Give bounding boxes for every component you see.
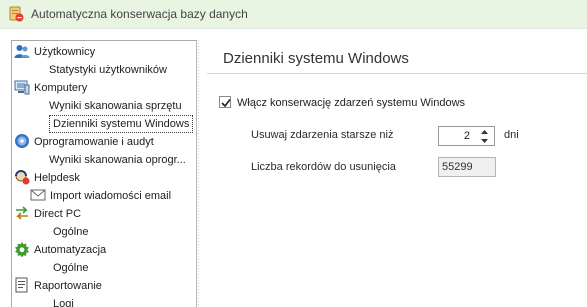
section-title: Dzienniki systemu Windows [223,50,409,67]
envelope-icon [30,189,46,201]
computer-icon [14,80,30,95]
tree-item-user-stats[interactable]: Statystyki użytkowników [49,61,167,79]
tree-item-label: Oprogramowanie i audyt [34,136,154,148]
tree-item-users[interactable]: Użytkownicy [14,43,95,61]
tree-item-windows-logs[interactable]: Dzienniki systemu Windows [49,115,194,133]
users-icon [14,45,30,58]
tree-item-computers[interactable]: Komputery [14,79,87,97]
settings-panel: Dzienniki systemu Windows Włącz konserwa… [207,40,587,307]
tree-item-hw-scan[interactable]: Wyniki skanowania sprzętu [49,97,182,115]
tree-item-label: Ogólne [53,226,89,238]
tree-item-logs[interactable]: Logi [53,295,74,307]
tree-item-label: Wyniki skanowania sprzętu [49,100,182,112]
checkmark-icon [221,99,231,108]
tree-item-sw-scan[interactable]: Wyniki skanowania oprogr... [49,151,186,169]
records-count-value: 55299 [438,157,496,177]
older-than-label: Usuwaj zdarzenia starsze niż [251,129,394,141]
navigation-tree[interactable]: Użytkownicy Statystyki użytkowników Komp… [11,40,197,307]
tree-item-label: Wyniki skanowania oprogr... [49,154,186,166]
tree-item-automation[interactable]: Automatyzacja [14,241,106,259]
gear-icon [15,242,29,257]
tree-item-reports[interactable]: Raportowanie [14,277,102,295]
tree-item-automation-general[interactable]: Ogólne [53,259,88,277]
days-unit-label: dni [504,129,519,141]
title-bar: Automatyczna konserwacja bazy danych [0,0,587,29]
enable-maintenance-label: Włącz konserwację zdarzeń systemu Window… [237,97,466,109]
disc-icon [15,134,29,148]
panel-splitter[interactable] [197,40,200,307]
days-stepper[interactable]: 2 [438,126,495,146]
tree-item-label: Raportowanie [34,280,102,292]
section-divider [207,73,587,74]
chevron-down-icon [480,139,488,143]
tree-item-direct-pc[interactable]: Direct PC [14,205,81,223]
tree-item-software[interactable]: Oprogramowanie i audyt [14,133,154,151]
helpdesk-icon [15,170,30,185]
tree-item-label: Statystyki użytkowników [49,64,167,76]
tree-item-label: Import wiadomości email [50,190,172,202]
stepper-up-button[interactable] [475,128,493,136]
tree-item-label: Automatyzacja [34,244,107,256]
days-value[interactable]: 2 [464,130,470,142]
tree-item-label: Użytkownicy [34,46,96,58]
report-icon [15,277,28,293]
window-title: Automatyczna konserwacja bazy danych [31,7,248,21]
tree-item-label: Helpdesk [34,172,80,184]
checkbox-box[interactable] [219,96,231,108]
enable-maintenance-checkbox[interactable]: Włącz konserwację zdarzeń systemu Window… [219,95,465,111]
tree-item-direct-general[interactable]: Ogólne [53,223,88,241]
tree-item-label: Ogólne [53,262,89,274]
tree-item-label: Direct PC [34,208,82,220]
tree-item-import-mail[interactable]: Import wiadomości email [30,187,171,205]
tree-item-label: Dzienniki systemu Windows [53,118,190,130]
records-count-label: Liczba rekordów do usunięcia [251,161,396,173]
tree-item-label: Logi [53,298,74,307]
stepper-down-button[interactable] [475,137,493,145]
arrows-icon [16,206,28,220]
chevron-up-icon [480,130,488,134]
database-maintenance-icon [9,6,24,22]
tree-item-label: Komputery [34,82,88,94]
tree-item-helpdesk[interactable]: Helpdesk [14,169,80,187]
